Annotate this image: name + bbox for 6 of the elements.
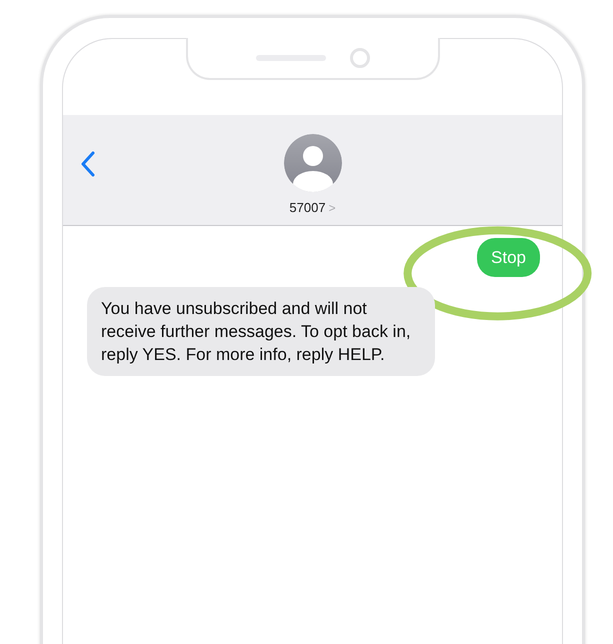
sent-message-bubble: Stop (477, 238, 540, 277)
avatar-person-icon[interactable] (284, 134, 342, 192)
camera-dot (350, 48, 370, 68)
contact-name[interactable]: 57007 > (289, 200, 336, 215)
received-message-bubble: You have unsubscribed and will not receive further messages. To opt back in, reply YES. For more info, reply HELP. (87, 287, 435, 376)
back-chevron-icon[interactable] (81, 151, 95, 177)
